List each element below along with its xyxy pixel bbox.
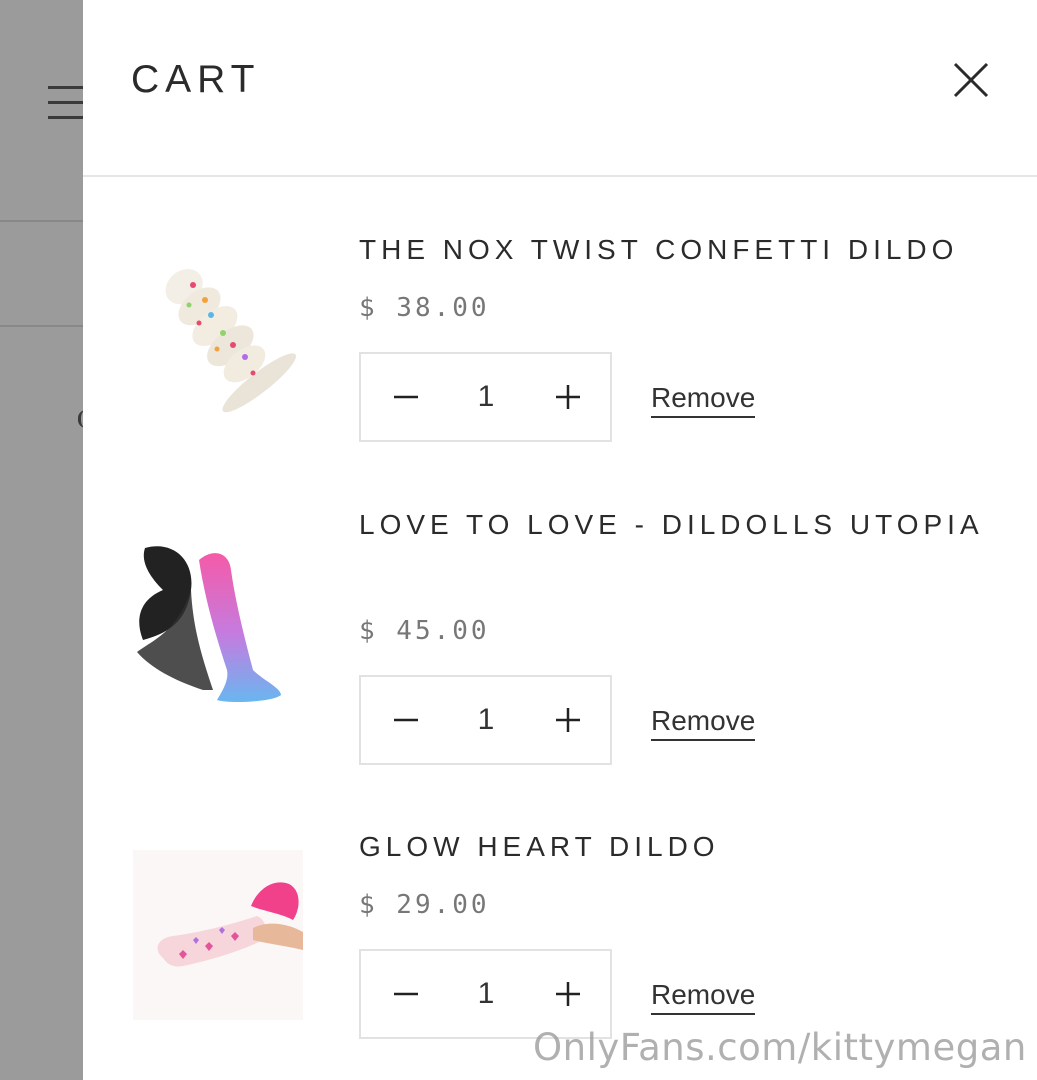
cart-title: CART — [131, 58, 261, 101]
product-image — [165, 269, 297, 413]
remove-item-link[interactable]: Remove — [651, 979, 756, 1015]
plus-icon — [556, 708, 580, 732]
quantity-value[interactable]: 1 — [451, 354, 521, 440]
product-image — [137, 546, 281, 703]
product-price: $ 29.00 — [359, 890, 490, 920]
decrease-quantity-button[interactable] — [371, 951, 441, 1037]
remove-item-link[interactable]: Remove — [651, 705, 756, 741]
minus-icon — [394, 992, 418, 996]
background-divider — [0, 325, 83, 327]
minus-icon — [394, 718, 418, 722]
product-image — [133, 850, 303, 1020]
product-thumbnail[interactable] — [133, 245, 303, 415]
close-icon — [953, 62, 989, 98]
watermark: OnlyFans.com/kittymegan — [533, 1026, 1027, 1069]
background-divider — [0, 220, 83, 222]
quantity-stepper: 1 — [359, 352, 612, 442]
quantity-value[interactable]: 1 — [451, 677, 521, 763]
close-button[interactable] — [951, 60, 991, 100]
quantity-stepper: 1 — [359, 675, 612, 765]
product-title[interactable]: LOVE TO LOVE - DILDOLLS UTOPIA — [359, 500, 999, 549]
increase-quantity-button[interactable] — [533, 354, 603, 440]
product-thumbnail[interactable] — [133, 540, 303, 710]
decrease-quantity-button[interactable] — [371, 677, 441, 763]
product-thumbnail[interactable] — [133, 850, 303, 1020]
product-title[interactable]: GLOW HEART DILDO — [359, 822, 999, 871]
menu-hamburger-icon — [48, 86, 84, 122]
remove-item-link[interactable]: Remove — [651, 382, 756, 418]
plus-icon — [556, 982, 580, 1006]
quantity-value[interactable]: 1 — [451, 951, 521, 1037]
product-price: $ 45.00 — [359, 616, 490, 646]
cart-drawer: CART THE NOX TWIST CONFETTI DILDO $ 38.0… — [83, 0, 1037, 1080]
minus-icon — [394, 395, 418, 399]
cart-header: CART — [83, 0, 1037, 177]
product-price: $ 38.00 — [359, 293, 490, 323]
decrease-quantity-button[interactable] — [371, 354, 441, 440]
product-title[interactable]: THE NOX TWIST CONFETTI DILDO — [359, 225, 999, 274]
plus-icon — [556, 385, 580, 409]
background-page-overlay[interactable] — [0, 0, 84, 1080]
increase-quantity-button[interactable] — [533, 951, 603, 1037]
increase-quantity-button[interactable] — [533, 677, 603, 763]
